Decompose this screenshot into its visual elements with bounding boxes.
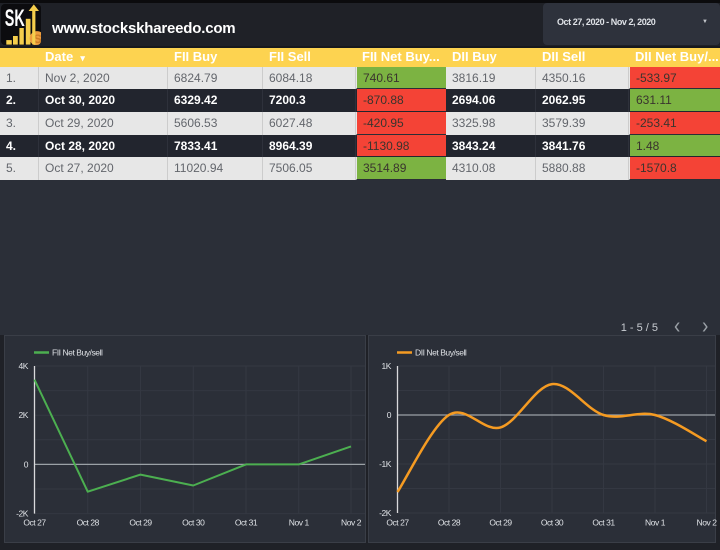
- svg-text:Nov 2: Nov 2: [697, 518, 718, 528]
- svg-text:0: 0: [387, 410, 392, 420]
- svg-text:Nov 1: Nov 1: [645, 518, 666, 528]
- svg-text:4K: 4K: [19, 361, 29, 371]
- svg-text:DII Net Buy/sell: DII Net Buy/sell: [415, 348, 467, 358]
- svg-text:Oct 27: Oct 27: [386, 518, 409, 528]
- svg-text:Oct 27: Oct 27: [23, 518, 46, 528]
- svg-text:-2K: -2K: [379, 508, 392, 518]
- svg-text:Nov 2: Nov 2: [341, 518, 362, 528]
- svg-text:1K: 1K: [382, 361, 392, 371]
- svg-text:Oct 31: Oct 31: [592, 518, 615, 528]
- svg-text:Oct 30: Oct 30: [541, 518, 564, 528]
- svg-text:0: 0: [24, 459, 29, 469]
- svg-text:Oct 30: Oct 30: [182, 518, 205, 528]
- svg-text:2K: 2K: [19, 410, 29, 420]
- svg-text:Oct 28: Oct 28: [77, 518, 100, 528]
- svg-text:FII Net Buy/sell: FII Net Buy/sell: [52, 348, 103, 358]
- svg-text:Oct 29: Oct 29: [489, 518, 512, 528]
- svg-text:Oct 31: Oct 31: [235, 518, 258, 528]
- svg-text:Nov 1: Nov 1: [289, 518, 310, 528]
- svg-text:Oct 28: Oct 28: [438, 518, 461, 528]
- svg-text:-1K: -1K: [379, 459, 392, 469]
- svg-text:Oct 29: Oct 29: [129, 518, 152, 528]
